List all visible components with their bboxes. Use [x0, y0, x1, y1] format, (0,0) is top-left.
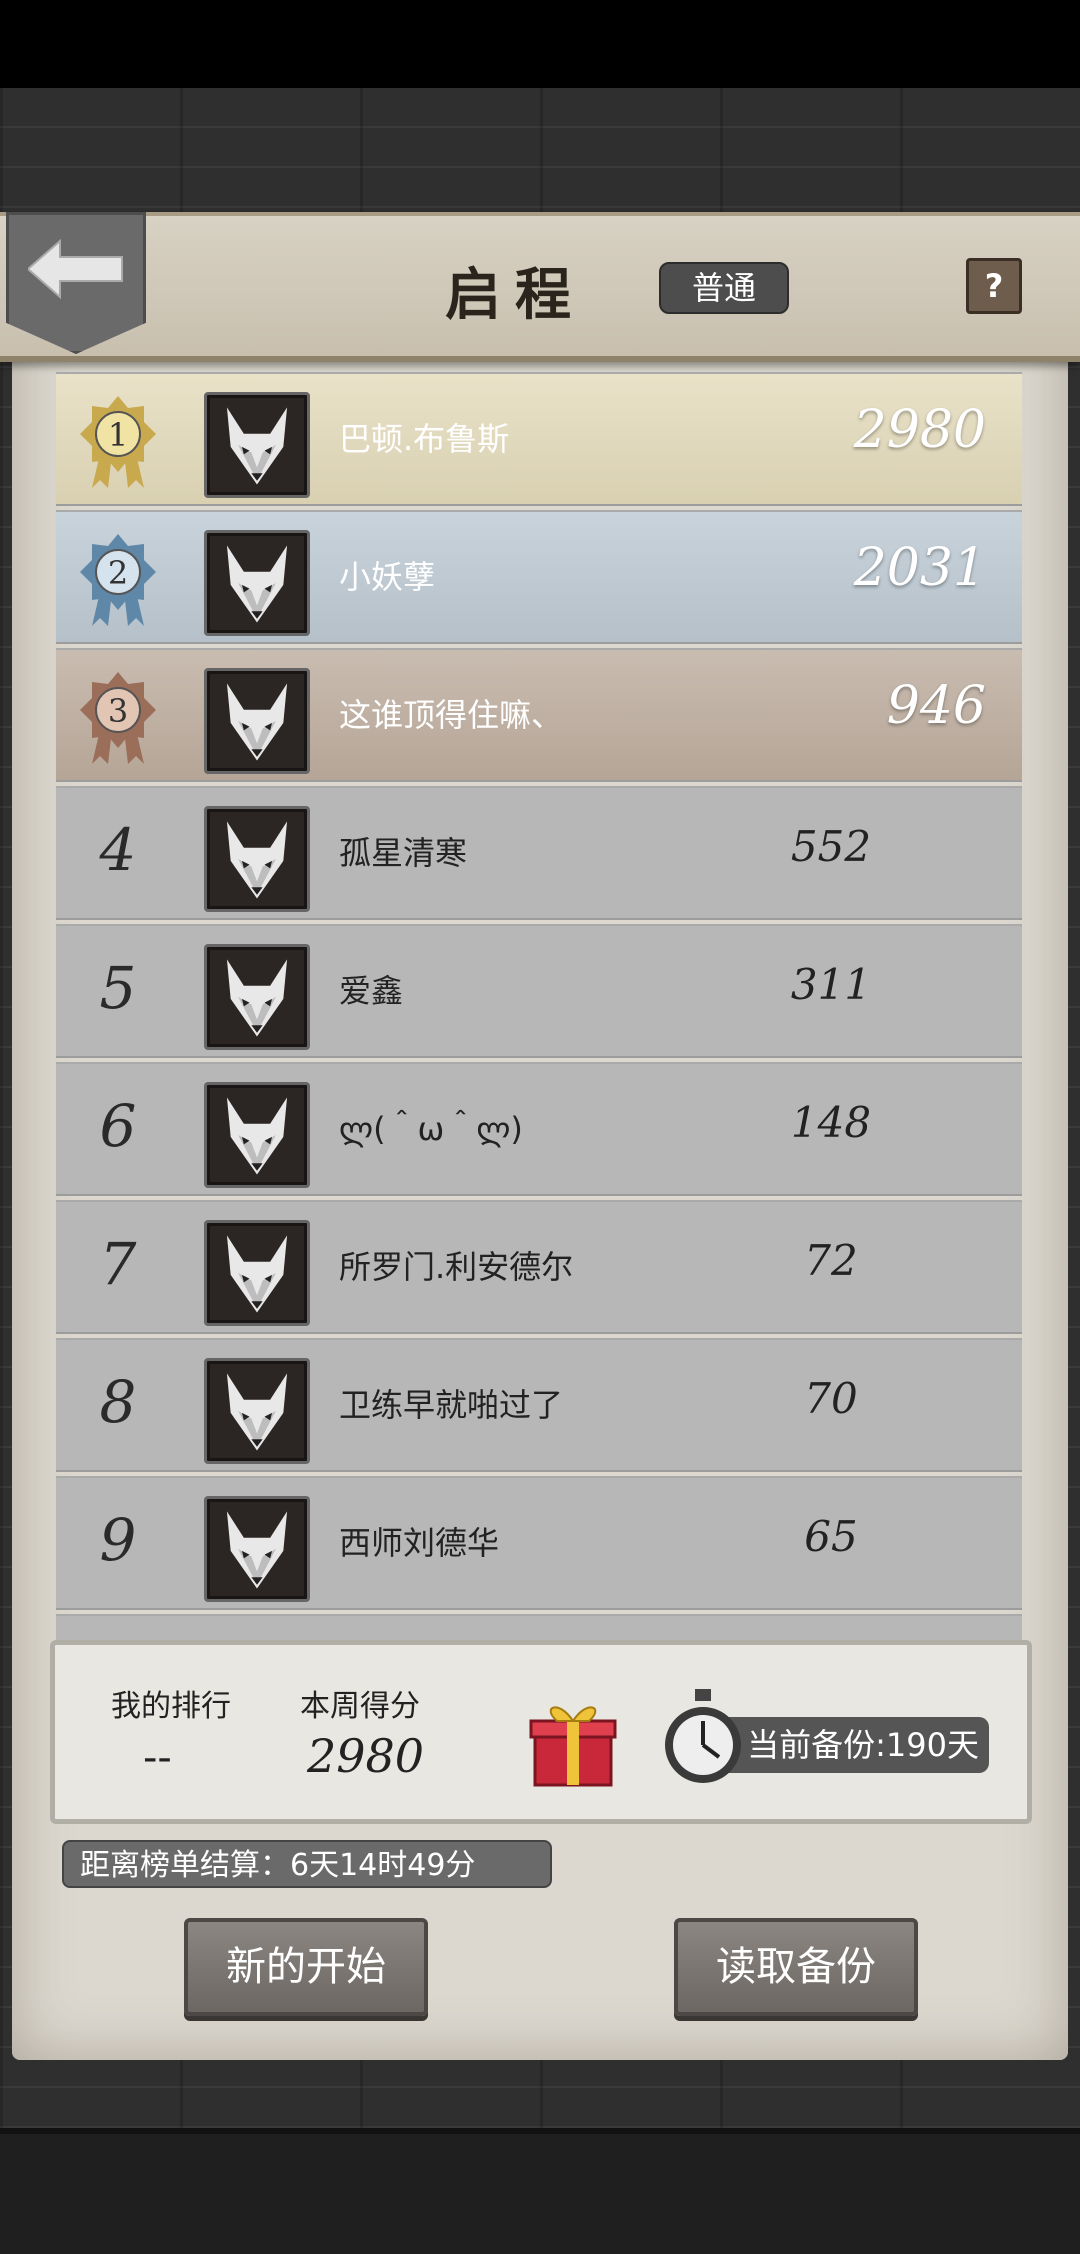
player-avatar[interactable] — [204, 1358, 310, 1464]
new-start-button[interactable]: 新的开始 — [184, 1918, 428, 2016]
player-name: 孤星清寒 — [339, 834, 468, 872]
player-score: 946 — [886, 676, 986, 736]
ranking-row[interactable]: 9 西师刘德华 65 — [56, 1476, 1022, 1610]
my-rank-label: 我的排行 — [111, 1689, 231, 1724]
weekly-score-label: 本周得分 — [300, 1689, 420, 1724]
ranking-list[interactable]: 1 巴顿.布鲁斯 2980 2 小妖孽 2031 3 这谁顶得住嘛、 946 4 孤星清寒 552 5 爱… — [56, 372, 1022, 1640]
gift-icon[interactable] — [529, 1697, 617, 1787]
stopwatch-icon — [665, 1689, 741, 1783]
player-avatar[interactable] — [204, 392, 310, 498]
player-avatar[interactable] — [204, 1082, 310, 1188]
player-name: 巴顿.布鲁斯 — [339, 420, 510, 458]
player-name: 卫练早就啪过了 — [339, 1386, 564, 1424]
ranking-row[interactable]: 2 小妖孽 2031 — [56, 510, 1022, 644]
my-rank-value: -- — [143, 1735, 172, 1781]
page-title: 启程 — [445, 263, 585, 328]
weekly-score-value: 2980 — [307, 1729, 425, 1783]
player-avatar[interactable] — [204, 530, 310, 636]
player-avatar[interactable] — [204, 944, 310, 1050]
ranking-row[interactable]: 1 巴顿.布鲁斯 2980 — [56, 372, 1022, 506]
medal-rank-text: 3 — [108, 692, 128, 730]
player-score: 311 — [790, 960, 872, 1009]
status-bar-area — [0, 0, 1080, 88]
player-score: 72 — [804, 1236, 858, 1285]
rank-number: 9 — [99, 1506, 137, 1574]
medal-rank-text: 2 — [108, 554, 128, 592]
player-score: 2031 — [853, 538, 986, 598]
rank-number: 8 — [99, 1368, 137, 1436]
mode-badge[interactable]: 普通 — [659, 262, 789, 314]
player-name: 这谁顶得住嘛、 — [339, 696, 564, 734]
bottom-strip — [0, 2128, 1080, 2254]
ranking-row[interactable]: 5 爱鑫 311 — [56, 924, 1022, 1058]
player-score: 70 — [804, 1374, 858, 1423]
ranking-row[interactable]: 6 ლ(＾ω＾ლ) 148 — [56, 1062, 1022, 1196]
player-avatar[interactable] — [204, 1496, 310, 1602]
player-name: 西师刘德华 — [339, 1524, 500, 1562]
player-name: ლ(＾ω＾ლ) — [339, 1110, 523, 1148]
rank-number: 7 — [99, 1230, 137, 1298]
backup-status: 当前备份:190天 — [719, 1717, 989, 1773]
player-name: 所罗门.利安德尔 — [339, 1248, 574, 1286]
load-backup-button[interactable]: 读取备份 — [674, 1918, 918, 2016]
player-score: 148 — [790, 1098, 872, 1147]
rank-number: 6 — [99, 1092, 137, 1160]
player-name: 爱鑫 — [339, 972, 404, 1010]
help-button[interactable]: ? — [966, 258, 1022, 314]
player-score: 65 — [804, 1512, 858, 1561]
rank-medal-icon: 1 — [80, 396, 156, 488]
settlement-countdown: 距离榜单结算：6天14时49分 — [62, 1840, 552, 1888]
rank-number: 5 — [99, 954, 137, 1022]
player-score: 552 — [790, 822, 872, 871]
medal-rank-text: 1 — [108, 416, 128, 454]
ranking-row-partial — [56, 1614, 1022, 1640]
ranking-row[interactable]: 4 孤星清寒 552 — [56, 786, 1022, 920]
rank-medal-icon: 2 — [80, 534, 156, 626]
player-avatar[interactable] — [204, 1220, 310, 1326]
player-avatar[interactable] — [204, 668, 310, 774]
player-avatar[interactable] — [204, 806, 310, 912]
player-name: 小妖孽 — [339, 558, 436, 596]
ranking-row[interactable]: 8 卫练早就啪过了 70 — [56, 1338, 1022, 1472]
rank-number: 4 — [99, 816, 137, 884]
my-stats-panel: 我的排行 -- 本周得分 2980 当前备份:190天 — [50, 1640, 1032, 1824]
player-score: 2980 — [853, 400, 986, 460]
ranking-row[interactable]: 3 这谁顶得住嘛、 946 — [56, 648, 1022, 782]
ranking-row[interactable]: 7 所罗门.利安德尔 72 — [56, 1200, 1022, 1334]
rank-medal-icon: 3 — [80, 672, 156, 764]
